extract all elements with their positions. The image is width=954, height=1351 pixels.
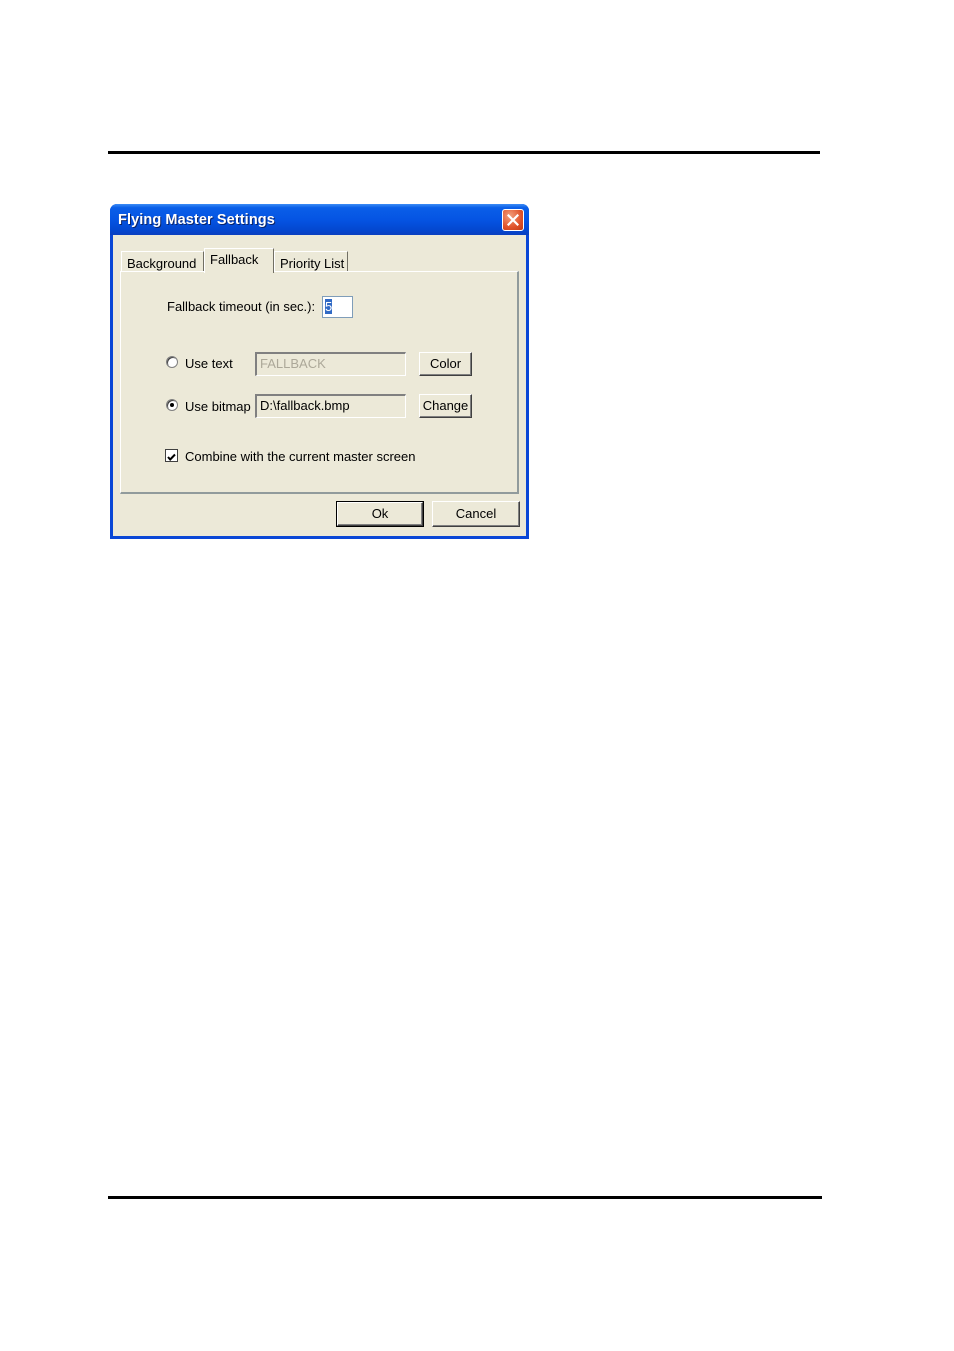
combine-label: Combine with the current master screen <box>185 449 416 464</box>
dialog-title: Flying Master Settings <box>118 212 275 228</box>
close-icon <box>507 214 519 226</box>
title-bar[interactable]: Flying Master Settings <box>110 204 529 235</box>
page-top-rule <box>108 151 820 154</box>
combine-checkbox[interactable] <box>165 449 178 462</box>
change-button[interactable]: Change <box>419 394 472 418</box>
tab-label: Background <box>127 256 197 271</box>
use-text-radio[interactable] <box>166 356 178 368</box>
radio-selected-dot <box>170 403 174 407</box>
fallback-timeout-input[interactable]: 5 <box>322 296 353 318</box>
close-button[interactable] <box>502 209 524 231</box>
use-bitmap-value: D:\fallback.bmp <box>260 398 350 413</box>
fallback-timeout-value: 5 <box>325 299 333 314</box>
tab-background[interactable]: Background <box>121 251 204 272</box>
cancel-button[interactable]: Cancel <box>432 501 520 527</box>
fallback-tab-panel: Fallback timeout (in sec.): 5 Use text F… <box>120 271 519 494</box>
tab-label: Priority List <box>280 256 345 271</box>
fallback-timeout-label: Fallback timeout (in sec.): <box>167 299 316 314</box>
tab-fallback[interactable]: Fallback <box>204 248 274 273</box>
dialog-client: Background Fallback Priority List Fallba… <box>113 235 526 536</box>
page-bottom-rule <box>108 1196 822 1199</box>
ok-button[interactable]: Ok <box>336 501 424 527</box>
use-text-input[interactable]: FALLBACK <box>255 352 406 376</box>
tab-label: Fallback <box>210 252 259 267</box>
use-bitmap-label: Use bitmap <box>185 399 251 414</box>
tab-priority-list[interactable]: Priority List <box>274 251 348 272</box>
checkmark-icon <box>167 453 176 461</box>
use-bitmap-radio[interactable] <box>166 399 178 411</box>
color-button[interactable]: Color <box>419 352 472 376</box>
use-bitmap-input[interactable]: D:\fallback.bmp <box>255 394 406 418</box>
use-text-value: FALLBACK <box>260 356 326 371</box>
use-text-label: Use text <box>185 356 233 371</box>
flying-master-settings-dialog: Flying Master Settings Background Fallba… <box>110 204 529 539</box>
